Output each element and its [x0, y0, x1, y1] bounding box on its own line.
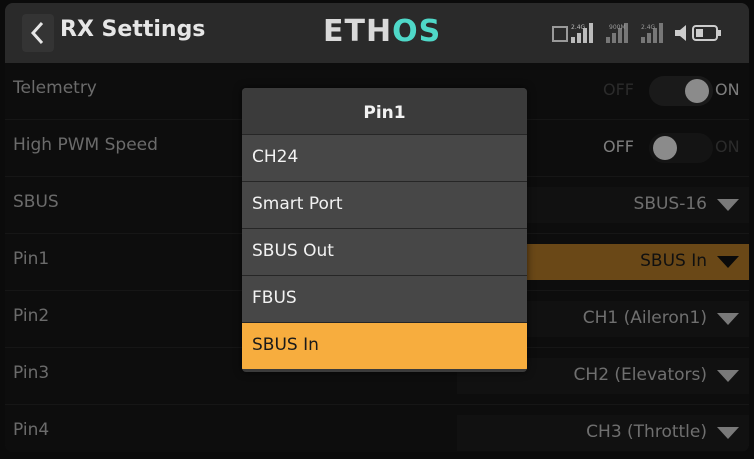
popup-option-fbus[interactable]: FBUS — [242, 275, 527, 322]
option-label: Smart Port — [252, 194, 343, 214]
pin1-dropdown-popup: Pin1 CH24 Smart Port SBUS Out FBUS SBUS … — [242, 88, 527, 372]
speaker-icon — [675, 25, 686, 41]
option-label: CH24 — [252, 147, 299, 167]
option-label: SBUS In — [252, 335, 319, 355]
battery-icon — [692, 25, 721, 41]
back-button[interactable] — [21, 13, 55, 53]
popup-title: Pin1 — [242, 88, 527, 134]
status-icons: 2.4G 900M 2.4G — [551, 21, 741, 45]
svg-text:900M: 900M — [609, 24, 626, 31]
signal-battery-icons: 2.4G 900M 2.4G — [552, 23, 721, 43]
option-label: SBUS Out — [252, 241, 334, 261]
rssi-box-icon — [552, 26, 568, 42]
svg-text:2.4G: 2.4G — [641, 24, 656, 31]
signal-icon-3: 2.4G — [641, 23, 663, 43]
logo-text-left: ETH — [323, 14, 393, 49]
signal-icon-2: 900M — [606, 23, 628, 43]
page-title: RX Settings — [60, 17, 206, 42]
top-bar: RX Settings ETHOS 2.4G 900M 2.4G — [5, 3, 749, 63]
chevron-left-icon — [22, 14, 54, 52]
logo-text-right: OS — [392, 14, 442, 49]
popup-option-sbus-in[interactable]: SBUS In — [242, 322, 527, 369]
svg-text:2.4G: 2.4G — [571, 24, 586, 31]
popup-option-smart-port[interactable]: Smart Port — [242, 181, 527, 228]
option-label: FBUS — [252, 288, 297, 308]
ethos-screen: RX Settings ETHOS 2.4G 900M 2.4G Telemet… — [5, 3, 749, 452]
popup-option-sbus-out[interactable]: SBUS Out — [242, 228, 527, 275]
popup-option-ch24[interactable]: CH24 — [242, 134, 527, 181]
ethos-logo: ETHOS — [323, 14, 441, 49]
signal-icon-1: 2.4G — [571, 23, 593, 43]
